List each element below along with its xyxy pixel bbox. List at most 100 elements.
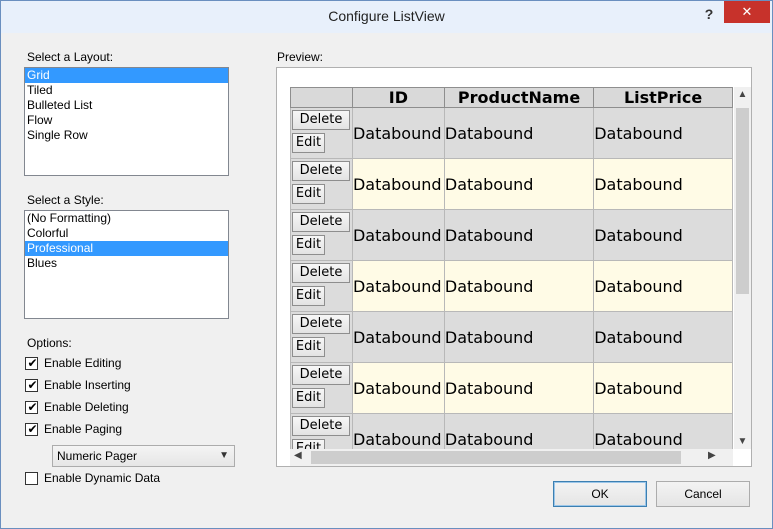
delete-button[interactable]: Delete: [292, 365, 350, 385]
preview-pane: ID ProductName ListPrice Delete Edit Datab…: [276, 67, 752, 467]
table-cell: Databound: [351, 311, 445, 363]
table-cell: Databound: [351, 362, 445, 414]
delete-button[interactable]: Delete: [292, 212, 350, 232]
help-icon[interactable]: ?: [697, 5, 721, 25]
listview-preview-grid: ID ProductName ListPrice Delete Edit Datab…: [290, 87, 733, 449]
layout-option[interactable]: Grid: [25, 68, 228, 83]
column-header: ID: [351, 87, 445, 108]
table-cell: Databound: [443, 362, 595, 414]
command-cell: Delete Edit: [290, 209, 353, 261]
command-column-header: [290, 87, 353, 108]
command-cell: Delete Edit: [290, 413, 353, 449]
title-bar: Configure ListView ? ✕: [1, 1, 772, 33]
command-cell: Delete Edit: [290, 158, 353, 210]
enable-dynamic-data-checkbox[interactable]: Enable Dynamic Data: [25, 470, 160, 486]
table-cell: Databound: [593, 413, 733, 449]
command-cell: Delete Edit: [290, 311, 353, 363]
table-cell: Databound: [443, 158, 595, 210]
enable-editing-label: Enable Editing: [44, 356, 122, 370]
column-header: ProductName: [443, 87, 595, 108]
style-option[interactable]: (No Formatting): [25, 211, 228, 226]
table-row: Delete Edit Databound Databound Databound: [290, 413, 733, 449]
style-listbox[interactable]: (No Formatting) Colorful Professional Blues: [24, 210, 229, 319]
ok-button[interactable]: OK: [553, 481, 647, 507]
edit-button[interactable]: Edit: [292, 286, 325, 306]
preview-label: Preview:: [277, 50, 324, 64]
table-cell: Databound: [593, 158, 733, 210]
checkbox-box[interactable]: ✔: [25, 400, 38, 414]
table-cell: Databound: [351, 158, 445, 210]
table-row: Delete Edit Databound Databound Databound: [290, 260, 733, 312]
table-cell: Databound: [593, 107, 733, 159]
enable-paging-label: Enable Paging: [44, 422, 123, 436]
table-cell: Databound: [593, 311, 733, 363]
table-cell: Databound: [593, 209, 733, 261]
header-row: ID ProductName ListPrice: [290, 87, 733, 108]
layout-option[interactable]: Bulleted List: [25, 98, 228, 113]
column-header: ListPrice: [593, 87, 733, 108]
options-label: Options:: [27, 336, 72, 350]
delete-button[interactable]: Delete: [292, 110, 350, 130]
table-cell: Databound: [351, 107, 445, 159]
enable-dynamic-data-label: Enable Dynamic Data: [44, 471, 161, 485]
checkbox-box[interactable]: [25, 471, 38, 485]
edit-button[interactable]: Edit: [292, 184, 325, 204]
checkbox-box[interactable]: ✔: [25, 377, 38, 392]
chevron-down-icon[interactable]: ▼: [219, 446, 229, 466]
checkbox-box[interactable]: ✔: [25, 422, 38, 436]
cancel-button[interactable]: Cancel: [656, 481, 750, 507]
checkmark-icon: ✔: [27, 377, 38, 392]
arrow-left-icon[interactable]: ◀: [294, 450, 302, 461]
enable-deleting-checkbox[interactable]: ✔ Enable Deleting: [25, 399, 129, 415]
table-cell: Databound: [351, 413, 445, 449]
style-option[interactable]: Blues: [25, 256, 228, 271]
edit-button[interactable]: Edit: [292, 133, 325, 153]
arrow-right-icon[interactable]: ▶: [708, 450, 716, 461]
enable-paging-checkbox[interactable]: ✔ Enable Paging: [25, 421, 122, 437]
table-cell: Databound: [443, 311, 595, 363]
arrow-down-icon[interactable]: ▼: [734, 436, 751, 447]
command-cell: Delete Edit: [290, 260, 353, 312]
arrow-up-icon[interactable]: ▲: [734, 89, 751, 100]
delete-button[interactable]: Delete: [292, 161, 350, 181]
delete-button[interactable]: Delete: [292, 314, 350, 334]
pager-select[interactable]: Numeric Pager ▼: [52, 445, 235, 467]
table-cell: Databound: [443, 260, 595, 312]
enable-editing-checkbox[interactable]: ✔ Enable Editing: [25, 355, 121, 371]
vertical-scroll-thumb[interactable]: [736, 108, 749, 294]
style-option[interactable]: Professional: [25, 241, 228, 256]
table-cell: Databound: [443, 413, 595, 449]
table-cell: Databound: [593, 260, 733, 312]
table-row: Delete Edit Databound Databound Databound: [290, 311, 733, 363]
table-row: Delete Edit Databound Databound Databound: [290, 209, 733, 261]
configure-listview-dialog: Configure ListView ? ✕ Select a Layout: …: [0, 0, 773, 529]
table-row: Delete Edit Databound Databound Databound: [290, 362, 733, 414]
layout-listbox[interactable]: Grid Tiled Bulleted List Flow Single Row: [24, 67, 229, 176]
edit-button[interactable]: Edit: [292, 337, 325, 357]
layout-option[interactable]: Tiled: [25, 83, 228, 98]
table-cell: Databound: [593, 362, 733, 414]
layout-option[interactable]: Flow: [25, 113, 228, 128]
delete-button[interactable]: Delete: [292, 263, 350, 283]
style-option[interactable]: Colorful: [25, 226, 228, 241]
vertical-scrollbar[interactable]: ▲ ▼: [734, 87, 751, 449]
horizontal-scroll-thumb[interactable]: [311, 451, 681, 464]
layout-label: Select a Layout:: [27, 50, 114, 64]
horizontal-scrollbar[interactable]: ◀ ▶: [290, 449, 733, 466]
enable-inserting-checkbox[interactable]: ✔ Enable Inserting: [25, 377, 131, 393]
checkbox-box[interactable]: ✔: [25, 355, 38, 370]
table-cell: Databound: [443, 107, 595, 159]
edit-button[interactable]: Edit: [292, 439, 325, 449]
table-cell: Databound: [351, 209, 445, 261]
close-button[interactable]: ✕: [724, 1, 770, 23]
style-label: Select a Style:: [27, 193, 104, 207]
edit-button[interactable]: Edit: [292, 235, 325, 255]
enable-deleting-label: Enable Deleting: [44, 400, 129, 414]
edit-button[interactable]: Edit: [292, 388, 325, 408]
delete-button[interactable]: Delete: [292, 416, 350, 436]
table-row: Delete Edit Databound Databound Databound: [290, 107, 733, 159]
preview-table: ID ProductName ListPrice Delete Edit Datab…: [290, 87, 733, 449]
checkmark-icon: ✔: [27, 355, 38, 370]
layout-option[interactable]: Single Row: [25, 128, 228, 143]
command-cell: Delete Edit: [290, 107, 353, 159]
